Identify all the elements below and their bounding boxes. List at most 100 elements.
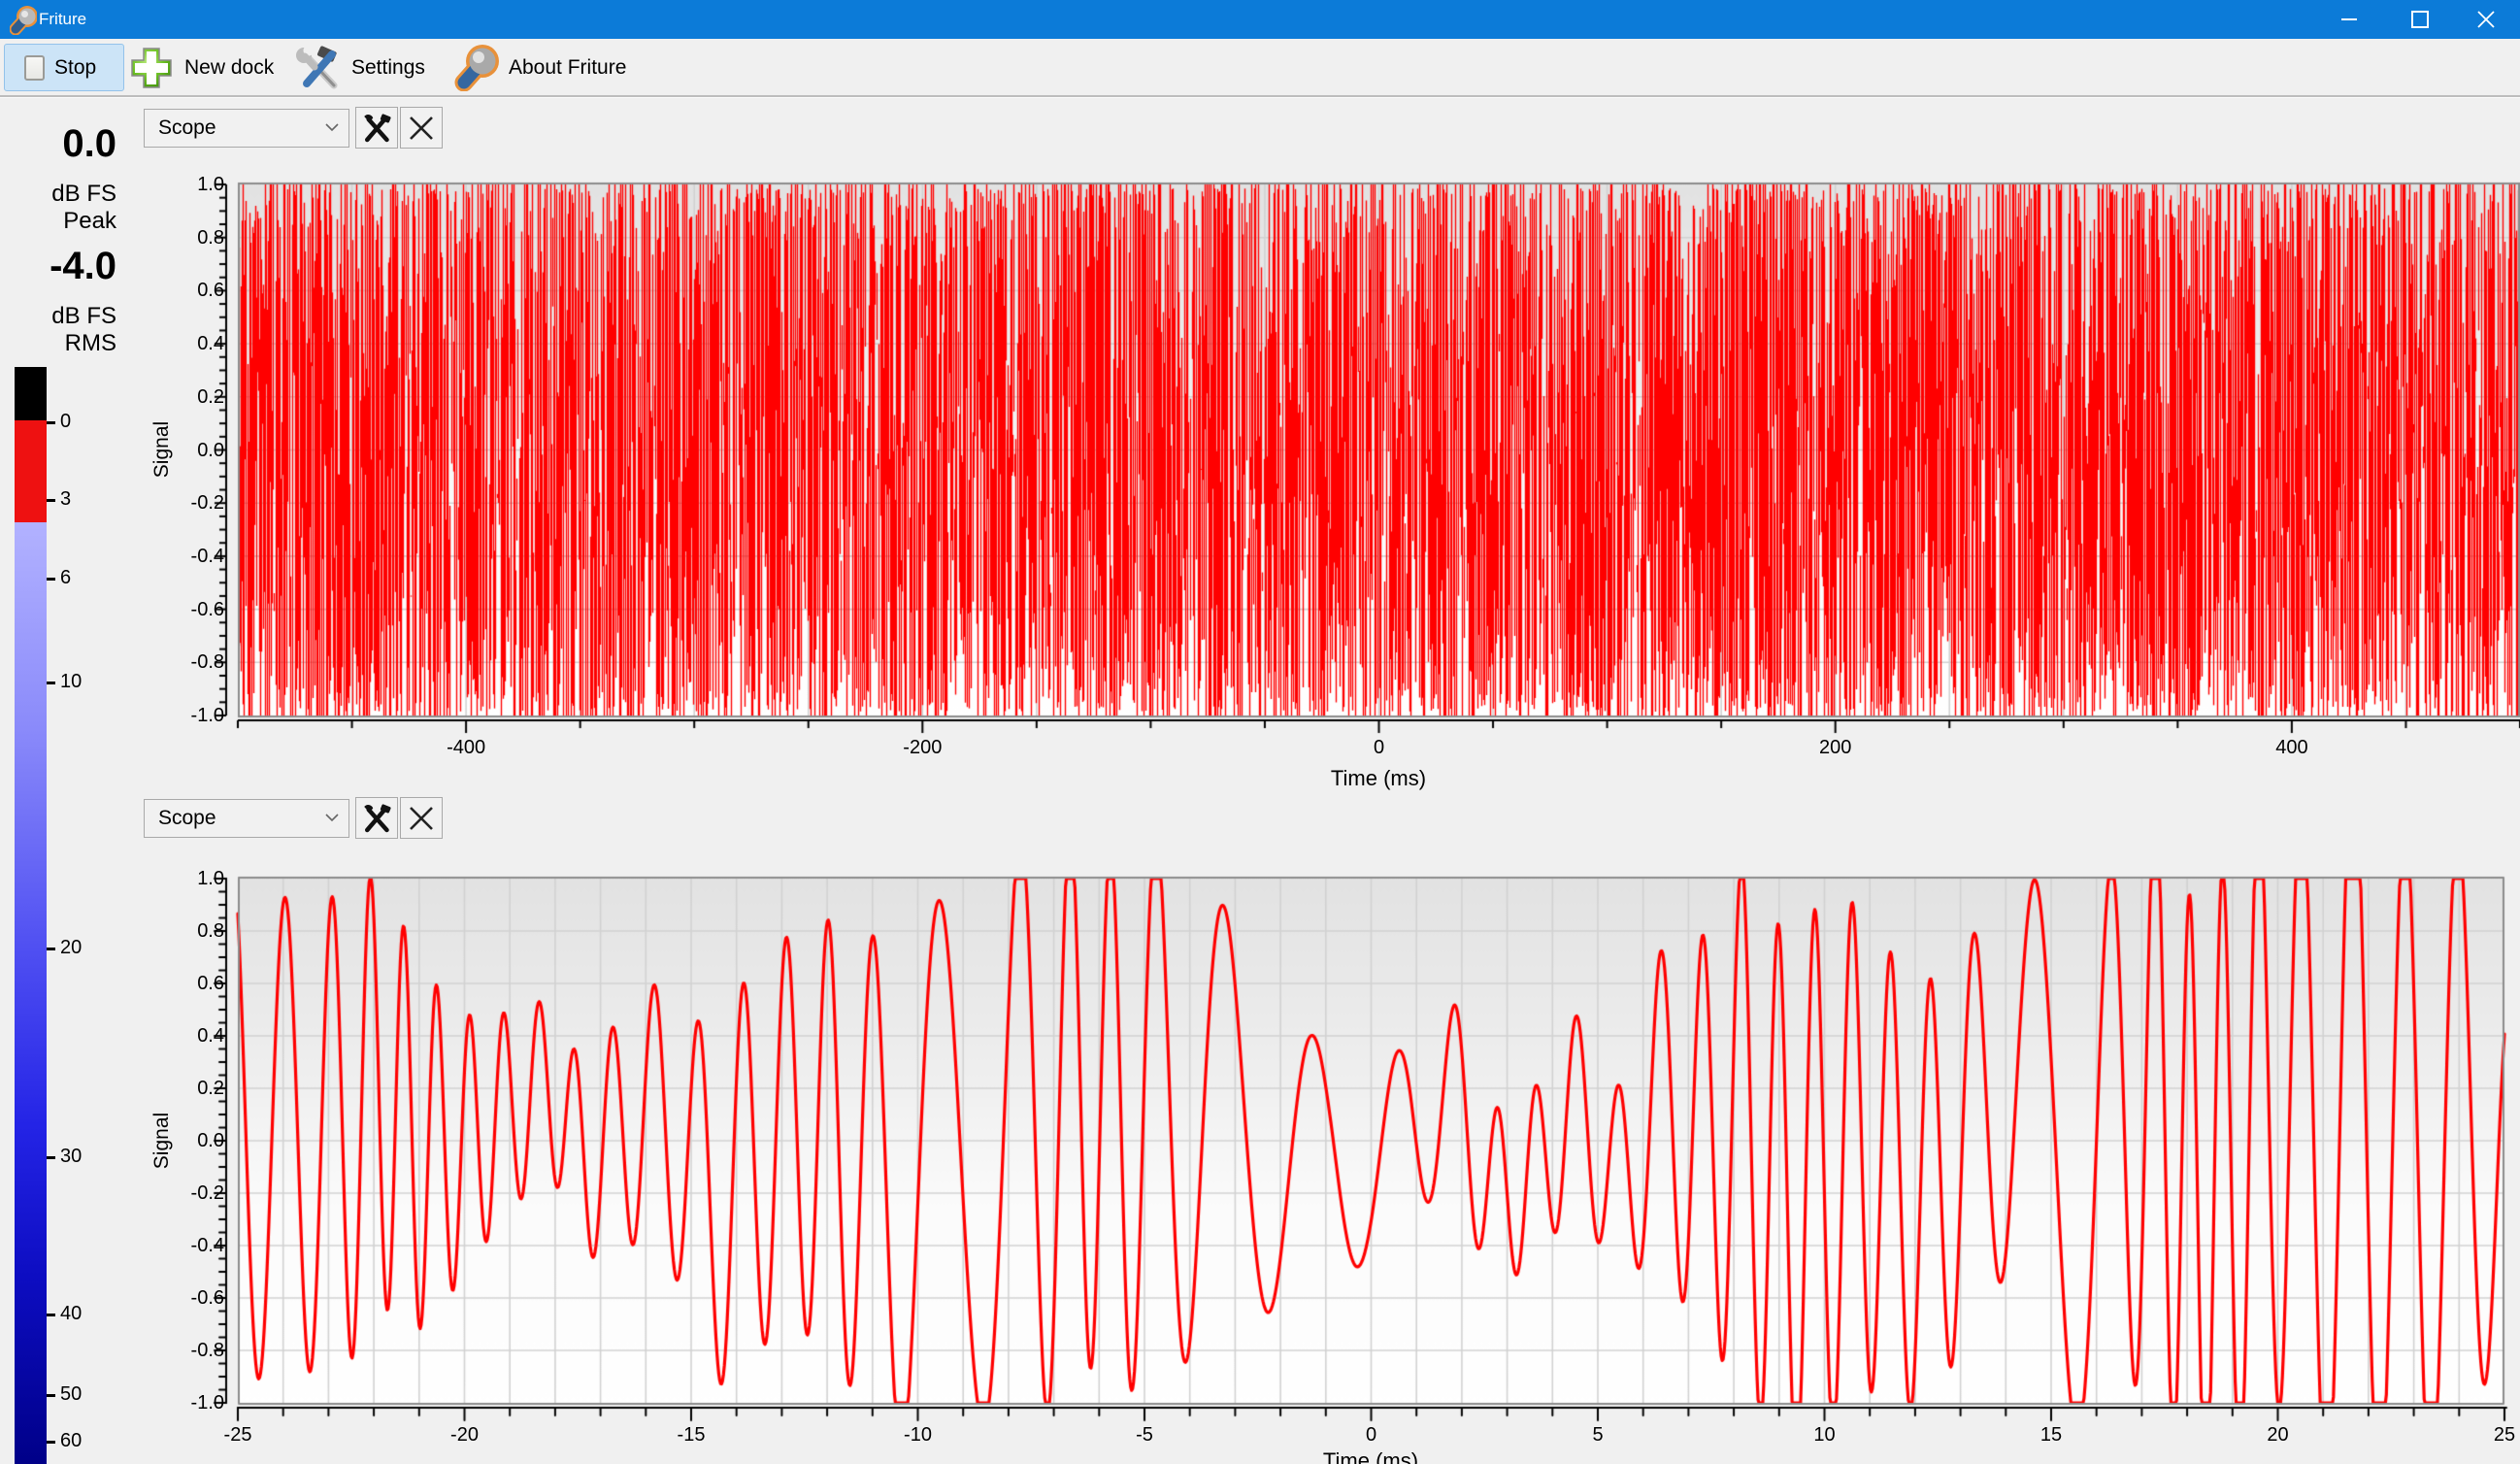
dock2-close-button[interactable] <box>400 797 443 839</box>
y-tick-label: -0.6 <box>190 598 224 620</box>
level-meter-scale: 0 3 6 10 20 30 40 50 60 <box>47 367 124 1464</box>
dock1-close-button[interactable] <box>400 107 443 149</box>
y-tick-label: 0.8 <box>197 226 224 249</box>
x-tick-label: -20 <box>450 1424 479 1446</box>
y-tick-label: 0.6 <box>197 280 224 302</box>
y-tick-label: -1.0 <box>190 1392 224 1414</box>
chevron-down-icon <box>325 123 339 132</box>
peak-level-unit: dB FS <box>51 181 116 207</box>
maximize-icon <box>2411 11 2429 28</box>
close-icon <box>410 806 433 830</box>
y-tick-label: 0.8 <box>197 920 224 942</box>
window-title: Friture <box>39 10 87 28</box>
y-tick-label: 1.0 <box>197 868 224 889</box>
y-tick-label: -1.0 <box>190 705 224 726</box>
plus-icon <box>131 47 172 88</box>
y-tick-label: 0.0 <box>197 439 224 461</box>
minimize-button[interactable] <box>2315 0 2383 39</box>
meter-scale-label: 10 <box>60 671 83 692</box>
stop-button[interactable]: Stop <box>4 44 124 91</box>
tools-icon <box>364 803 391 832</box>
meter-scale-label: 50 <box>60 1383 83 1405</box>
stop-button-label: Stop <box>54 55 97 79</box>
scope-plot-1-canvas[interactable] <box>194 175 2520 738</box>
meter-scale-label: 6 <box>60 567 72 588</box>
close-icon <box>410 116 433 140</box>
level-meter-over-segment <box>15 367 47 420</box>
meter-scale-label: 40 <box>60 1303 83 1324</box>
settings-button-label: Settings <box>351 55 425 79</box>
rms-level-unit: dB FS <box>51 303 116 329</box>
x-tick-label: 5 <box>1592 1424 1604 1446</box>
y-tick-label: 0.4 <box>197 1025 224 1047</box>
maximize-button[interactable] <box>2386 0 2454 39</box>
rms-level-kind: RMS <box>64 330 116 356</box>
y-tick-label: -0.6 <box>190 1287 224 1309</box>
close-icon <box>2477 11 2495 28</box>
x-tick-label: -400 <box>447 737 486 758</box>
y-tick-label: -0.4 <box>190 1235 224 1256</box>
level-meter-bar <box>15 367 47 1464</box>
about-button-label: About Friture <box>509 55 627 79</box>
y-tick-label: 1.0 <box>197 174 224 195</box>
y-tick-label: -0.8 <box>190 1340 224 1361</box>
dock1-settings-button[interactable] <box>355 107 398 149</box>
titlebar: Friture <box>0 0 2520 39</box>
x-tick-label: -5 <box>1136 1424 1153 1446</box>
x-tick-label: 15 <box>2039 1424 2063 1446</box>
meter-scale-tick <box>47 578 55 581</box>
meter-scale-tick <box>47 1394 55 1397</box>
plot2-x-axis-title: Time (ms) <box>1322 1448 1419 1464</box>
x-tick-label: 25 <box>2493 1424 2516 1446</box>
about-button[interactable]: About Friture <box>454 43 645 92</box>
new-dock-button[interactable]: New dock <box>128 43 282 92</box>
y-tick-label: -0.2 <box>190 492 224 515</box>
x-tick-label: 0 <box>1365 1424 1377 1446</box>
y-tick-label: 0.4 <box>197 333 224 355</box>
new-dock-button-label: New dock <box>184 55 275 79</box>
peak-level-kind: Peak <box>63 208 116 234</box>
dock2-widget-selector[interactable]: Scope <box>144 799 349 838</box>
x-tick-label: -10 <box>904 1424 932 1446</box>
x-tick-label: -200 <box>903 737 943 758</box>
meter-scale-label: 20 <box>60 937 83 958</box>
dock1-widget-selector[interactable]: Scope <box>144 109 349 148</box>
meter-scale-label: 30 <box>60 1146 83 1167</box>
y-tick-label: 0.2 <box>197 385 224 408</box>
meter-scale-tick <box>47 1156 55 1159</box>
y-tick-label: -0.8 <box>190 651 224 674</box>
dock2-widget-selector-value: Scope <box>158 807 216 829</box>
meter-scale-tick <box>47 1314 55 1316</box>
minimize-icon <box>2341 18 2357 20</box>
rms-level-value: -4.0 <box>50 245 116 287</box>
dock2-settings-button[interactable] <box>355 797 398 839</box>
toolbar-separator <box>0 95 2520 98</box>
app-microphone-icon <box>10 6 37 35</box>
tools-icon <box>364 113 391 142</box>
meter-scale-tick <box>47 682 55 684</box>
meter-scale-label: 3 <box>60 488 72 510</box>
meter-scale-tick <box>47 948 55 950</box>
y-tick-label: 0.0 <box>197 1130 224 1151</box>
meter-scale-label: 60 <box>60 1430 83 1451</box>
y-tick-label: -0.2 <box>190 1182 224 1204</box>
chevron-down-icon <box>325 814 339 822</box>
dock1-widget-selector-value: Scope <box>158 116 216 139</box>
y-tick-label: -0.4 <box>190 545 224 567</box>
settings-button[interactable]: Settings <box>295 43 437 92</box>
tools-color-icon <box>296 45 338 88</box>
meter-scale-tick <box>47 421 55 424</box>
y-tick-label: 0.2 <box>197 1078 224 1099</box>
close-window-button[interactable] <box>2452 0 2520 39</box>
meter-scale-label: 0 <box>60 411 72 432</box>
plot1-x-axis-title: Time (ms) <box>1330 766 1427 790</box>
microphone-icon <box>454 44 499 91</box>
level-meter-hot-segment <box>15 420 47 522</box>
scope-plot-2-canvas[interactable] <box>194 869 2520 1432</box>
x-tick-label: 200 <box>1819 737 1852 758</box>
stop-icon <box>24 54 45 81</box>
meter-scale-tick <box>47 1441 55 1444</box>
x-tick-label: -15 <box>677 1424 706 1446</box>
x-tick-label: 20 <box>2267 1424 2289 1446</box>
x-tick-label: 400 <box>2275 737 2308 758</box>
